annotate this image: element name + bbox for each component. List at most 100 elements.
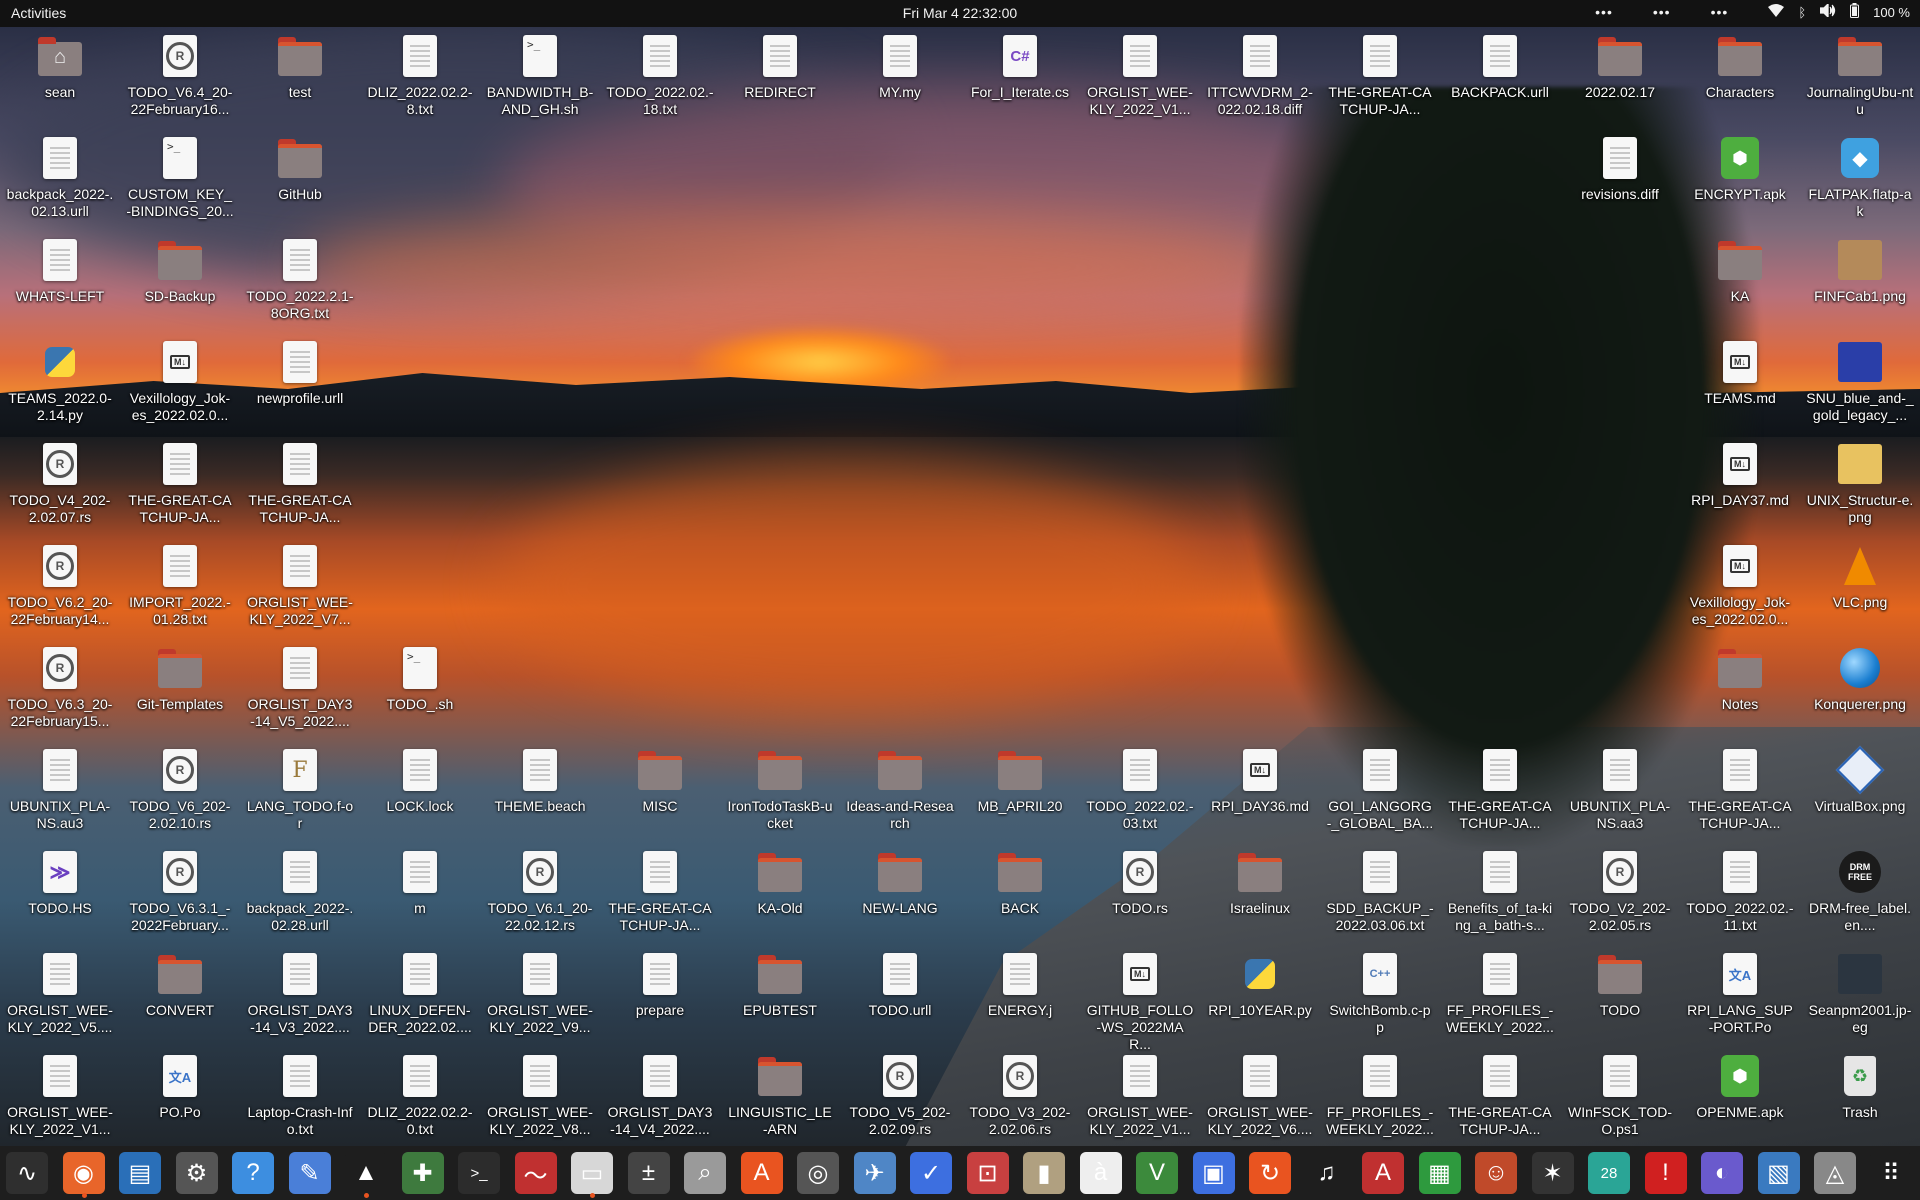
resources-icon[interactable]: 〜 [514, 1152, 557, 1194]
desktop-icon[interactable]: THE-GREAT-CATCHUP-JA... [1446, 748, 1554, 832]
desktop-icon[interactable]: backpack_2022-.02.13.urll [6, 136, 114, 220]
desktop-icon[interactable]: Benefits_of_ta-king_a_bath-s... [1446, 850, 1554, 934]
desktop-icon[interactable]: 文A PO.Po [126, 1054, 234, 1121]
desktop-icon[interactable]: R TODO_V6_202-2.02.10.rs [126, 748, 234, 832]
desktop-icon[interactable]: M↓ Vexillology_Jok-es_2022.02.0... [126, 340, 234, 424]
desktop-icon[interactable]: ORGLIST_WEE-KLY_2022_V1... [1086, 1054, 1194, 1138]
desktop-icon[interactable]: DRM FREE DRM-free_label.en.... [1806, 850, 1914, 934]
remote-desktop-icon[interactable]: ▧ [1757, 1152, 1800, 1194]
desktop-icon[interactable]: DLIZ_2022.02.2-0.txt [366, 1054, 474, 1138]
desktop-icon[interactable]: THE-GREAT-CATCHUP-JA... [1326, 34, 1434, 118]
desktop-icon[interactable]: >_ TODO_.sh [366, 646, 474, 713]
document-viewer-icon[interactable]: A [1362, 1152, 1404, 1194]
desktop-icon[interactable]: C# For_I_Iterate.cs [966, 34, 1074, 101]
desktop-icon[interactable]: ORGLIST_WEE-KLY_2022_V9... [486, 952, 594, 1036]
desktop-icon[interactable]: BACK [966, 850, 1074, 917]
supertux-icon[interactable]: ☺ [1475, 1152, 1517, 1194]
desktop-icon[interactable]: Ideas-and-Research [846, 748, 954, 832]
desktop-icon[interactable]: ♻ Trash [1806, 1054, 1914, 1121]
desktop-icon[interactable]: FINFCab1.png [1806, 238, 1914, 305]
desktop-icon[interactable]: M↓ RPI_DAY36.md [1206, 748, 1314, 815]
desktop-icon[interactable]: sean [6, 34, 114, 101]
desktop-icon[interactable]: UBUNTIX_PLA-NS.aa3 [1566, 748, 1674, 832]
desktop-icon[interactable]: REDIRECT [726, 34, 834, 101]
desktop-icon[interactable]: R TODO_V6.1_20-22.02.12.rs [486, 850, 594, 934]
desktop-icon[interactable]: ORGLIST_DAY3-14_V5_2022.... [246, 646, 354, 730]
desktop-icon[interactable]: VirtualBox.png [1806, 745, 1914, 815]
desktop-icon[interactable]: >_ CUSTOM_KEY_-BINDINGS_20... [126, 136, 234, 220]
desktop-icon[interactable]: newprofile.urll [246, 340, 354, 407]
desktop-icon[interactable]: IronTodoTaskB-ucket [726, 748, 834, 832]
desktop-icon[interactable]: R TODO_V6.3.1_-2022February... [126, 850, 234, 934]
desktop-icon[interactable]: LINGUISTIC_LE-ARN [726, 1054, 834, 1138]
vlc-icon[interactable]: ▲ [345, 1152, 387, 1198]
battery-percentage[interactable]: 100 % [1873, 5, 1910, 20]
desktop-icon[interactable]: FF_PROFILES_-WEEKLY_2022... [1446, 952, 1554, 1036]
desktop-icon[interactable]: R TODO_V6.3_20-22February15... [6, 646, 114, 730]
desktop-icon[interactable]: M↓ TEAMS.md [1686, 340, 1794, 407]
desktop-icon[interactable]: R TODO.rs [1086, 850, 1194, 917]
desktop-icon[interactable]: ORGLIST_WEE-KLY_2022_V7... [246, 544, 354, 628]
desktop-icon[interactable]: RPI_10YEAR.py [1206, 952, 1314, 1019]
desktop-icon[interactable]: Seanpm2001.jp-eg [1806, 952, 1914, 1036]
desktop-icon[interactable]: test [246, 34, 354, 101]
desktop-icon[interactable]: Notes [1686, 646, 1794, 713]
firefox-icon[interactable]: ◉ [62, 1152, 105, 1198]
desktop-icon[interactable]: TEAMS_2022.0-2.14.py [6, 340, 114, 424]
desktop-icon[interactable]: WInFSCK_TOD-O.ps1 [1566, 1054, 1674, 1138]
desktop-icon[interactable]: KA-Old [726, 850, 834, 917]
desktop-icon[interactable]: prepare [606, 952, 714, 1019]
desktop-icon[interactable]: VLC.png [1806, 544, 1914, 611]
desktop-icon[interactable]: GOI_LANGORG-_GLOBAL_BA... [1326, 748, 1434, 832]
desktop-icon[interactable]: NEW-LANG [846, 850, 954, 917]
desktop-icon[interactable]: TODO_2022.02.-03.txt [1086, 748, 1194, 832]
battery-icon[interactable] [1850, 3, 1860, 21]
desktop-icon[interactable]: WHATS-LEFT [6, 238, 114, 305]
desktop-icon[interactable]: F LANG_TODO.f-or [246, 748, 354, 832]
desktop-icon[interactable]: 文A RPI_LANG_SUP-PORT.Po [1686, 952, 1794, 1036]
desktop-icon[interactable]: MISC [606, 748, 714, 815]
camera-icon[interactable]: ◐ [1701, 1152, 1743, 1194]
minesweeper-icon[interactable]: ✚ [401, 1152, 444, 1194]
desktop-icon[interactable]: ITTCWVDRM_2-022.02.18.diff [1206, 34, 1314, 118]
desktop-icon[interactable]: JournalingUbu-ntu [1806, 34, 1914, 118]
desktop-icon[interactable]: Git-Templates [126, 646, 234, 713]
system-monitor-icon[interactable]: ∿ [6, 1152, 48, 1194]
archive-manager-icon[interactable]: ▮ [1023, 1152, 1065, 1194]
desktop-icon[interactable]: revisions.diff [1566, 136, 1674, 203]
desktop-icon[interactable]: KA [1686, 238, 1794, 305]
todo-icon[interactable]: ✓ [910, 1152, 952, 1194]
desktop-icon[interactable]: LOCK.lock [366, 748, 474, 815]
desktop-icon[interactable]: TODO_2022.02.-18.txt [606, 34, 714, 118]
desktop-icon[interactable]: THE-GREAT-CATCHUP-JA... [126, 442, 234, 526]
desktop-icon[interactable]: BACKPACK.urll [1446, 34, 1554, 101]
volume-icon[interactable] [1819, 2, 1836, 20]
desktop-icon[interactable]: THE-GREAT-CATCHUP-JA... [246, 442, 354, 526]
desktop-icon[interactable]: ⬢ ENCRYPT.apk [1686, 136, 1794, 203]
desktop-icon[interactable]: THE-GREAT-CATCHUP-JA... [1686, 748, 1794, 832]
desktop-icon[interactable]: backpack_2022-.02.28.urll [246, 850, 354, 934]
desktop-icon[interactable]: THEME.beach [486, 748, 594, 815]
show-apps-icon[interactable]: ⠿ [1870, 1152, 1912, 1194]
desktop-icon[interactable]: UNIX_Structur-e.png [1806, 442, 1914, 526]
calendar-icon[interactable]: 28 [1588, 1152, 1630, 1194]
desktop-icon[interactable]: m [366, 850, 474, 917]
desktop-icon[interactable]: ⬢ OPENME.apk [1686, 1054, 1794, 1121]
desktop-icon[interactable]: ORGLIST_DAY3-14_V4_2022.... [606, 1054, 714, 1138]
calculator-icon[interactable]: ± [627, 1152, 670, 1194]
desktop-icon[interactable]: TODO_2022.2.1-8ORG.txt [246, 238, 354, 322]
files-icon[interactable]: ▭ [571, 1152, 613, 1198]
desktop-icon[interactable]: GitHub [246, 136, 354, 203]
desktop-icon[interactable]: 2022.02.17 [1566, 34, 1674, 101]
wifi-icon[interactable] [1768, 4, 1785, 20]
desktop-icon[interactable]: TODO [1566, 952, 1674, 1019]
shotwell-icon[interactable]: ✈ [853, 1152, 896, 1194]
desktop-icon[interactable]: EPUBTEST [726, 952, 834, 1019]
help-icon[interactable]: ? [232, 1152, 274, 1194]
system-tray[interactable]: ••• ••• ••• ᛒ 100 % [1595, 2, 1910, 21]
desktop-icon[interactable]: R TODO_V5_202-2.02.09.rs [846, 1054, 954, 1138]
desktop-icon[interactable]: ◆ FLATPAK.flatp-ak [1806, 136, 1914, 220]
desktop-icon[interactable]: MY.my [846, 34, 954, 101]
app-center-icon[interactable]: ◬ [1814, 1152, 1856, 1194]
desktop-icon[interactable]: SNU_blue_and-_gold_legacy_... [1806, 340, 1914, 424]
